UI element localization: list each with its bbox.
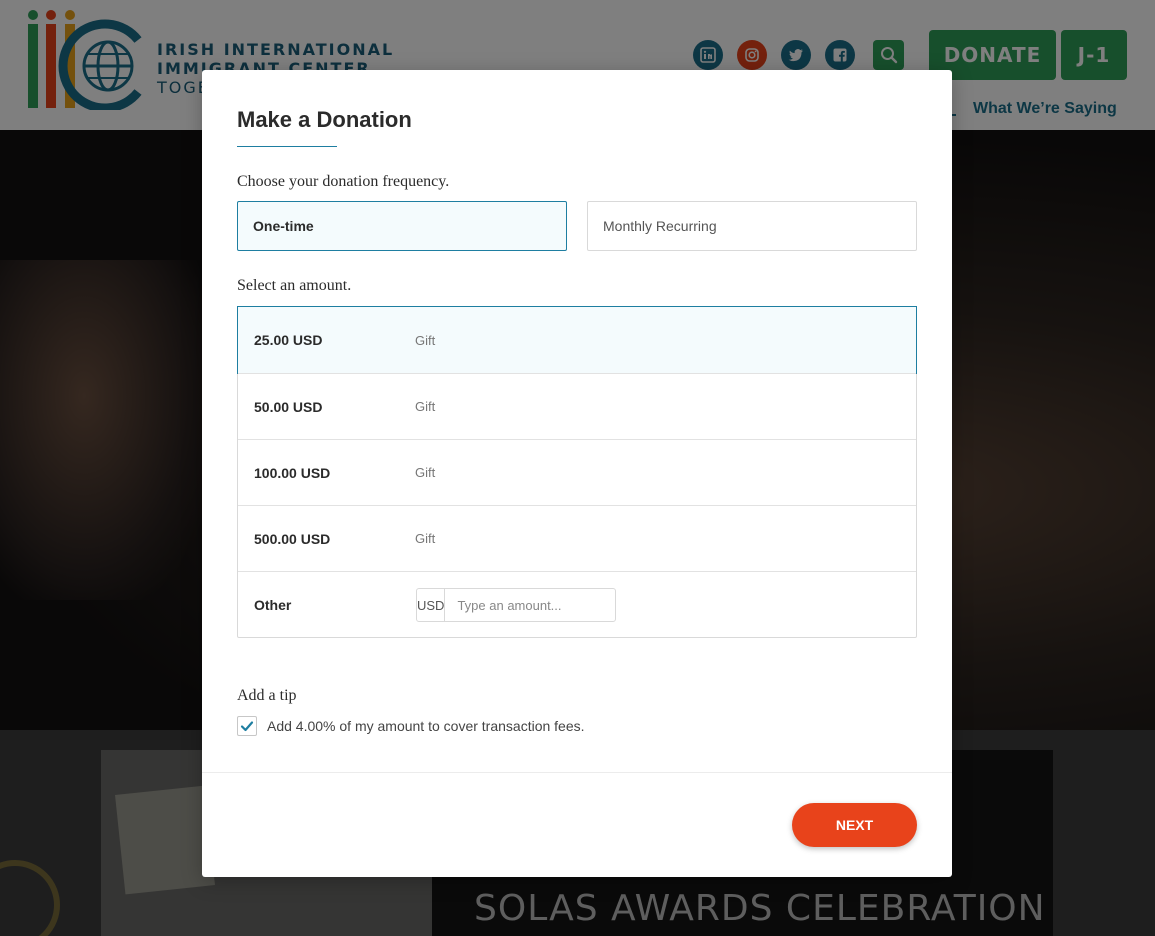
frequency-label: Choose your donation frequency. <box>237 173 450 190</box>
frequency-one-time-label: One-time <box>253 218 314 234</box>
checkmark-icon <box>240 721 254 732</box>
amount-description: Gift <box>415 399 436 414</box>
other-amount-label: Other <box>254 596 292 613</box>
next-button[interactable]: NEXT <box>792 803 917 847</box>
title-underline <box>237 146 337 147</box>
amount-value: 25.00 USD <box>254 332 323 348</box>
amount-label: Select an amount. <box>237 277 352 294</box>
frequency-monthly-button[interactable]: Monthly Recurring <box>587 201 917 251</box>
amount-description: Gift <box>415 531 436 546</box>
amount-list: 25.00 USD Gift 50.00 USD Gift 100.00 USD… <box>237 306 917 638</box>
frequency-one-time-button[interactable]: One-time <box>237 201 567 251</box>
amount-description: Gift <box>415 465 436 480</box>
amount-option-100[interactable]: 100.00 USD Gift <box>238 439 916 505</box>
amount-value: 100.00 USD <box>254 464 331 481</box>
amount-option-other[interactable]: Other USD <box>238 571 916 637</box>
footer-divider <box>202 772 952 773</box>
amount-value: 500.00 USD <box>254 530 331 547</box>
tip-option: Add 4.00% of my amount to cover transact… <box>237 716 585 736</box>
amount-value: 50.00 USD <box>254 398 323 415</box>
amount-description: Gift <box>415 332 436 348</box>
other-amount-currency: USD <box>417 589 446 621</box>
other-amount-group: USD <box>416 588 634 622</box>
amount-option-500[interactable]: 500.00 USD Gift <box>238 505 916 571</box>
amount-option-50[interactable]: 50.00 USD Gift <box>238 373 916 439</box>
tip-heading: Add a tip <box>237 687 297 704</box>
tip-text: Add 4.00% of my amount to cover transact… <box>267 718 585 734</box>
modal-title: Make a Donation <box>237 107 412 132</box>
tip-checkbox[interactable] <box>237 716 257 736</box>
amount-option-25[interactable]: 25.00 USD Gift <box>237 306 917 374</box>
donation-modal: Make a Donation Choose your donation fre… <box>202 70 952 877</box>
other-amount-input[interactable] <box>445 589 634 621</box>
frequency-monthly-label: Monthly Recurring <box>603 218 717 234</box>
